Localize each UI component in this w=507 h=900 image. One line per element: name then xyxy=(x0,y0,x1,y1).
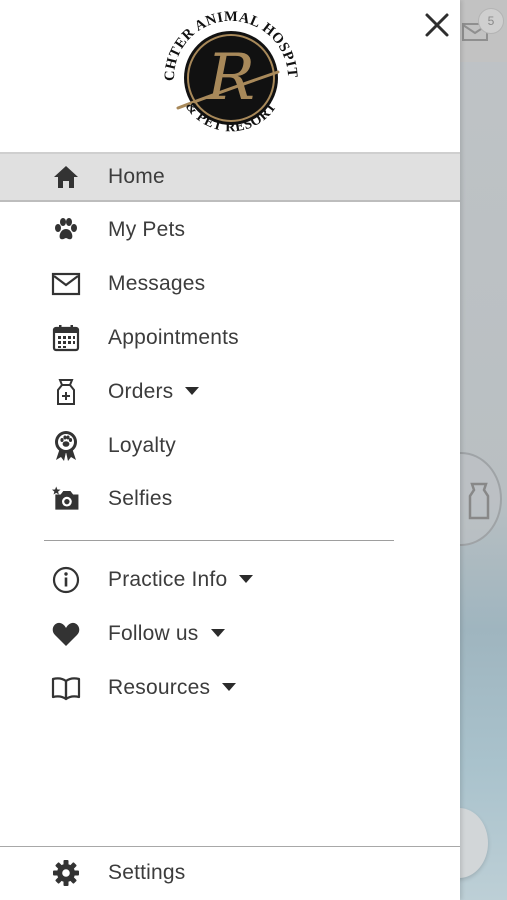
menu-item-label: Resources xyxy=(108,676,237,700)
menu-item-home[interactable]: Home xyxy=(0,152,460,202)
menu-item-label: Follow us xyxy=(108,622,225,646)
menu-item-my-pets[interactable]: My Pets xyxy=(0,205,460,255)
envelope-icon xyxy=(50,268,82,300)
menu-item-label: Orders xyxy=(108,380,200,404)
menu-item-loyalty[interactable]: Loyalty xyxy=(0,421,460,471)
info-icon xyxy=(50,564,82,596)
gear-icon xyxy=(50,857,82,889)
menu-item-label: Selfies xyxy=(108,487,173,510)
caret-down-icon xyxy=(239,575,254,584)
orders-shortcut-button xyxy=(460,452,502,546)
menu-item-settings[interactable]: Settings xyxy=(0,848,460,898)
orders-label: Orders xyxy=(108,380,174,403)
menu-item-orders[interactable]: Orders xyxy=(0,367,460,417)
floating-action-button xyxy=(460,808,488,878)
calendar-icon xyxy=(50,322,82,354)
food-bag-icon xyxy=(468,482,490,520)
close-icon xyxy=(425,13,449,37)
navigation-drawer: R RICHTER ANIMAL HOSPITAL & PET RESORT H… xyxy=(0,0,460,900)
menu-item-appointments[interactable]: Appointments xyxy=(0,313,460,363)
menu-item-label: Home xyxy=(108,165,165,188)
practice-info-label: Practice Info xyxy=(108,568,228,591)
menu-item-practice-info[interactable]: Practice Info xyxy=(0,555,460,605)
menu-item-resources[interactable]: Resources xyxy=(0,663,460,713)
home-icon xyxy=(50,161,82,193)
close-drawer-button[interactable] xyxy=(420,8,454,42)
practice-logo: R RICHTER ANIMAL HOSPITAL & PET RESORT xyxy=(160,6,300,135)
menu-item-messages[interactable]: Messages xyxy=(0,259,460,309)
menu-divider xyxy=(44,540,394,541)
menu-item-label: Settings xyxy=(108,861,186,884)
book-icon xyxy=(50,672,82,704)
caret-down-icon xyxy=(185,387,200,396)
paw-icon xyxy=(50,214,82,246)
follow-us-label: Follow us xyxy=(108,622,199,645)
menu-item-label: Messages xyxy=(108,272,206,295)
menu-item-label: My Pets xyxy=(108,218,186,241)
menu-item-label: Practice Info xyxy=(108,568,254,592)
award-ribbon-icon xyxy=(50,430,82,462)
heart-icon xyxy=(50,618,82,650)
food-bag-icon xyxy=(50,376,82,408)
menu-item-follow-us[interactable]: Follow us xyxy=(0,609,460,659)
resources-label: Resources xyxy=(108,676,211,699)
background-app: 5 xyxy=(460,0,507,900)
menu-item-selfies[interactable]: Selfies xyxy=(0,474,460,524)
menu-item-label: Loyalty xyxy=(108,434,176,457)
camera-icon xyxy=(50,483,82,515)
caret-down-icon xyxy=(222,683,237,692)
menu-item-label: Appointments xyxy=(108,326,239,349)
caret-down-icon xyxy=(210,629,225,638)
message-count-badge: 5 xyxy=(478,8,504,34)
svg-text:R: R xyxy=(206,41,255,115)
footer-divider xyxy=(0,846,460,847)
